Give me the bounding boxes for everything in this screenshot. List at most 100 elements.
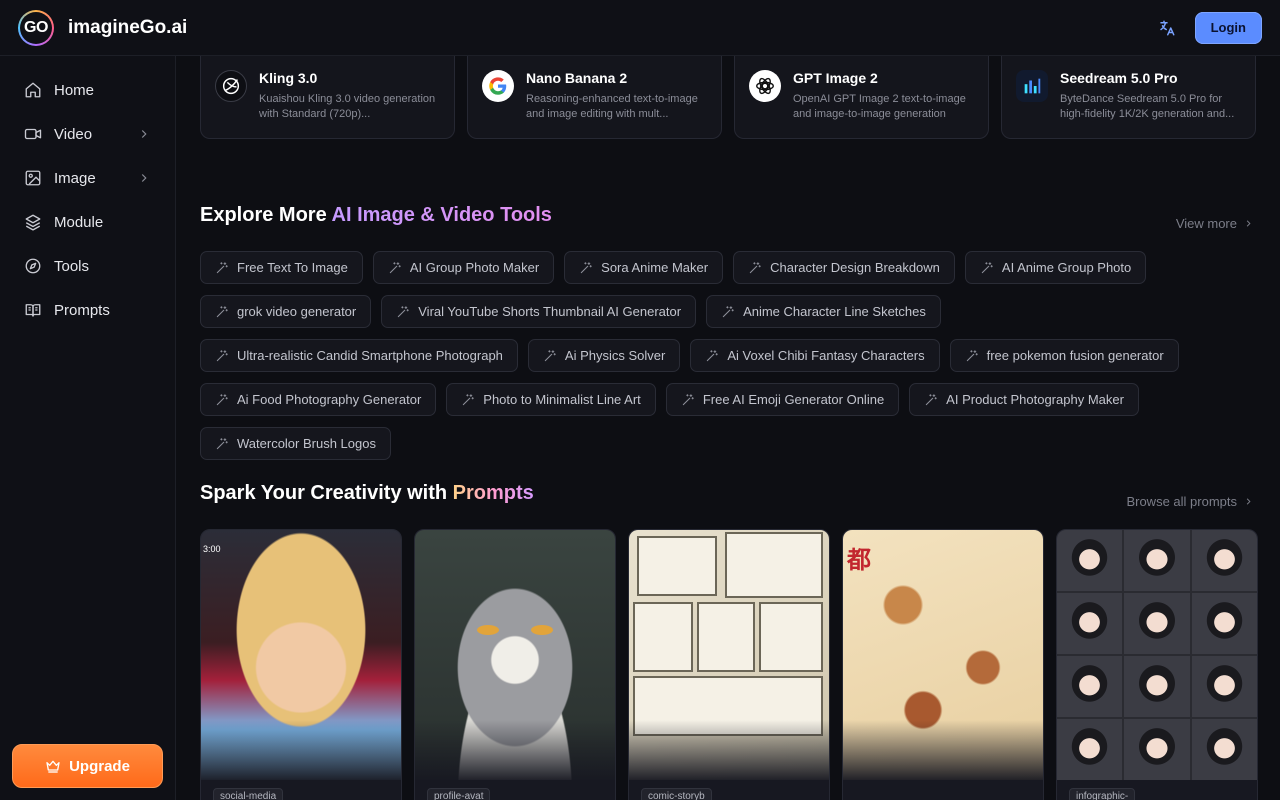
tool-chip-label: Photo to Minimalist Line Art: [483, 392, 641, 407]
sidebar-item-prompts[interactable]: Prompts: [0, 288, 175, 332]
tool-chip-list: Free Text To Image AI Group Photo Maker So…: [200, 251, 1260, 460]
translate-icon[interactable]: [1157, 18, 1177, 38]
prompt-card[interactable]: comic-storyb: [628, 529, 830, 800]
model-description: Kuaishou Kling 3.0 video generation with…: [259, 93, 436, 120]
tool-chip[interactable]: Free Text To Image: [200, 251, 363, 284]
upgrade-button[interactable]: Upgrade: [12, 744, 163, 788]
magic-wand-icon: [980, 261, 994, 275]
tool-chip[interactable]: Free AI Emoji Generator Online: [665, 383, 900, 416]
video-icon: [24, 125, 42, 143]
sidebar-item-image[interactable]: Image: [0, 156, 175, 200]
tool-chip[interactable]: Watercolor Brush Logos: [200, 427, 391, 460]
tool-chip[interactable]: AI Group Photo Maker: [372, 251, 555, 284]
magic-wand-icon: [543, 349, 557, 363]
magic-wand-icon: [215, 349, 229, 363]
sidebar-item-tools[interactable]: Tools: [0, 244, 175, 288]
upgrade-label: Upgrade: [69, 757, 130, 775]
magic-wand-icon: [705, 349, 719, 363]
tool-chip[interactable]: Viral YouTube Shorts Thumbnail AI Genera…: [381, 295, 697, 328]
model-description: Reasoning-enhanced text-to-image and ima…: [526, 93, 698, 120]
tool-chip[interactable]: free pokemon fusion generator: [949, 339, 1179, 372]
tool-chip-label: Viral YouTube Shorts Thumbnail AI Genera…: [418, 304, 682, 319]
sidebar-item-home[interactable]: Home: [0, 68, 175, 112]
tool-chip-label: Watercolor Brush Logos: [237, 436, 376, 451]
prompt-tag: social-media: [213, 788, 284, 800]
tool-chip[interactable]: grok video generator: [200, 295, 372, 328]
tool-chip[interactable]: AI Anime Group Photo: [964, 251, 1147, 284]
explore-section-title: Explore More AI Image & Video Tools: [200, 204, 552, 227]
model-description: OpenAI GPT Image 2 text-to-image and ima…: [793, 93, 966, 120]
prompt-card-list: 3:00 social-media profile-avat comic-sto…: [200, 529, 1258, 800]
prompt-image-food-map: 都: [843, 530, 1043, 780]
magic-wand-icon: [215, 393, 229, 407]
brand-name[interactable]: imagineGo.ai: [68, 17, 187, 39]
model-cards: Kling 3.0 Kuaishou Kling 3.0 video gener…: [200, 56, 1256, 139]
model-card-gpt-image[interactable]: GPT Image 2 OpenAI GPT Image 2 text-to-i…: [734, 56, 989, 139]
tool-chip-label: Ai Food Photography Generator: [237, 392, 422, 407]
browse-all-prompts-link[interactable]: Browse all prompts: [1126, 494, 1254, 509]
magic-wand-icon: [748, 261, 762, 275]
tool-chip[interactable]: Ai Physics Solver: [527, 339, 681, 372]
tool-chip[interactable]: Ai Food Photography Generator: [200, 383, 437, 416]
model-card-seedream[interactable]: Seedream 5.0 Pro ByteDance Seedream 5.0 …: [1001, 56, 1256, 139]
image-icon: [24, 169, 42, 187]
prompts-section-title: Spark Your Creativity with Prompts: [200, 482, 534, 505]
home-icon: [24, 81, 42, 99]
book-icon: [24, 301, 42, 319]
tool-chip[interactable]: Ai Voxel Chibi Fantasy Characters: [690, 339, 940, 372]
prompt-card[interactable]: 3:00 social-media: [200, 529, 402, 800]
tool-chip[interactable]: Photo to Minimalist Line Art: [446, 383, 656, 416]
tool-chip-label: Sora Anime Maker: [601, 260, 709, 275]
magic-wand-icon: [721, 305, 735, 319]
prompt-tag: comic-storyb: [641, 788, 712, 800]
explore-title-plain: Explore More: [200, 204, 332, 226]
tool-chip[interactable]: Sora Anime Maker: [564, 251, 724, 284]
tool-chip[interactable]: Anime Character Line Sketches: [706, 295, 941, 328]
prompt-card[interactable]: infographic-: [1056, 529, 1258, 800]
tool-chip-label: AI Group Photo Maker: [409, 260, 540, 275]
model-card-kling[interactable]: Kling 3.0 Kuaishou Kling 3.0 video gener…: [200, 56, 455, 139]
tool-chip-label: Anime Character Line Sketches: [743, 304, 926, 319]
explore-title-highlight: AI Image & Video Tools: [331, 204, 552, 226]
brand-logo[interactable]: GO: [18, 10, 54, 46]
sidebar-item-label: Tools: [54, 257, 90, 275]
openai-logo-icon: [749, 70, 781, 102]
prompts-title-highlight: Prompts: [452, 482, 534, 504]
magic-wand-icon: [215, 305, 229, 319]
tool-chip[interactable]: Ultra-realistic Candid Smartphone Photog…: [200, 339, 518, 372]
prompt-card[interactable]: 都: [842, 529, 1044, 800]
login-button[interactable]: Login: [1194, 11, 1262, 44]
prompt-image-portrait-grid: [1057, 530, 1257, 780]
sidebar-item-label: Module: [54, 213, 104, 231]
view-more-label: View more: [1175, 216, 1237, 231]
tool-chip[interactable]: Character Design Breakdown: [733, 251, 955, 284]
sidebar-item-module[interactable]: Module: [0, 200, 175, 244]
tool-chip-label: AI Product Photography Maker: [946, 392, 1124, 407]
tool-chip-label: Free Text To Image: [237, 260, 348, 275]
map-heading-art: 都: [847, 546, 871, 574]
model-title: GPT Image 2: [793, 70, 878, 86]
magic-wand-icon: [388, 261, 402, 275]
sidebar-item-label: Video: [54, 125, 93, 143]
tool-chip-label: Ai Voxel Chibi Fantasy Characters: [727, 348, 925, 363]
tool-chip-label: grok video generator: [237, 304, 357, 319]
sidebar-item-video[interactable]: Video: [0, 112, 175, 156]
model-description: ByteDance Seedream 5.0 Pro for high-fide…: [1060, 93, 1235, 120]
prompt-image-cat: [415, 530, 615, 780]
seedream-logo-icon: [1016, 70, 1048, 102]
prompt-card[interactable]: profile-avat: [414, 529, 616, 800]
chevron-right-icon: [137, 127, 151, 141]
tool-chip-label: AI Anime Group Photo: [1001, 260, 1132, 275]
magic-wand-icon: [579, 261, 593, 275]
tool-chip-label: Ultra-realistic Candid Smartphone Photog…: [237, 348, 503, 363]
model-card-nano-banana[interactable]: Nano Banana 2 Reasoning-enhanced text-to…: [467, 56, 722, 139]
tool-chip-label: Ai Physics Solver: [564, 348, 666, 363]
model-title: Nano Banana 2: [526, 70, 628, 86]
tool-chip-label: Character Design Breakdown: [770, 260, 940, 275]
magic-wand-icon: [215, 437, 229, 451]
chevron-right-icon: [1243, 218, 1254, 229]
magic-wand-icon: [215, 261, 229, 275]
view-more-link[interactable]: View more: [1176, 216, 1254, 231]
chevron-right-icon: [1243, 496, 1254, 507]
tool-chip[interactable]: AI Product Photography Maker: [909, 383, 1139, 416]
